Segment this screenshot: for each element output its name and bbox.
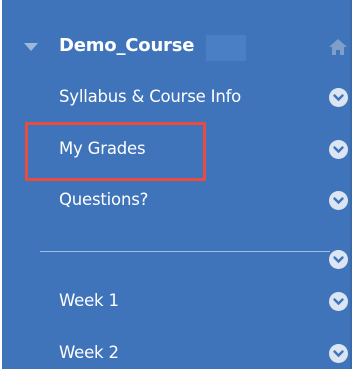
caret-down-icon[interactable] — [24, 43, 38, 51]
chevron-down-icon[interactable] — [329, 344, 348, 363]
redacted-course-suffix — [206, 35, 246, 61]
menu-item-questions[interactable]: Questions? — [2, 184, 352, 218]
course-title[interactable]: Demo_Course — [59, 35, 194, 56]
menu-divider-row[interactable] — [2, 243, 352, 277]
course-header[interactable]: Demo_Course — [2, 30, 352, 66]
menu-item-label[interactable]: Questions? — [59, 190, 148, 209]
chevron-down-icon[interactable] — [329, 191, 348, 210]
menu-item-syllabus[interactable]: Syllabus & Course Info — [2, 81, 352, 115]
menu-item-week-2[interactable]: Week 2 — [2, 337, 352, 369]
highlight-box — [25, 122, 206, 181]
menu-item-label[interactable]: Syllabus & Course Info — [59, 87, 241, 106]
menu-item-week-1[interactable]: Week 1 — [2, 285, 352, 319]
chevron-down-icon[interactable] — [329, 140, 348, 159]
course-menu-panel: Demo_Course Syllabus & Course Info My Gr… — [2, 0, 352, 369]
chevron-down-icon[interactable] — [329, 292, 348, 311]
home-icon[interactable] — [327, 36, 349, 58]
chevron-down-icon[interactable] — [329, 250, 348, 269]
chevron-down-icon[interactable] — [329, 88, 348, 107]
menu-item-label[interactable]: Week 1 — [59, 291, 119, 310]
menu-item-label[interactable]: Week 2 — [59, 343, 119, 362]
